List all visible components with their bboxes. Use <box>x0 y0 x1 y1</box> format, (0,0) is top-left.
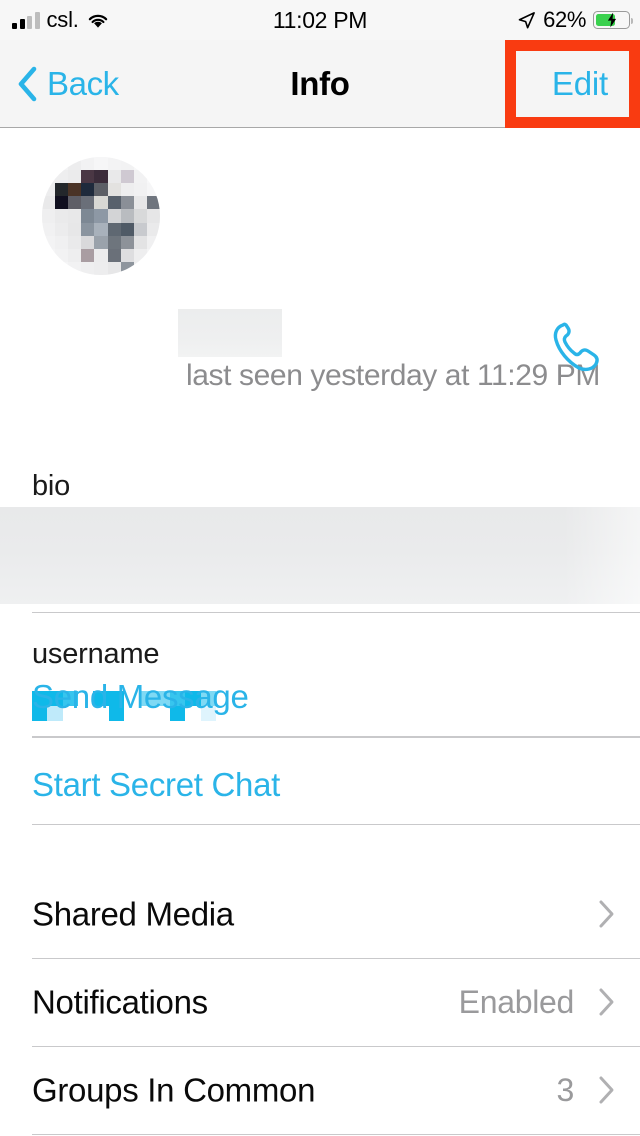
battery-charging-icon <box>593 11 634 29</box>
divider-bio <box>32 612 640 613</box>
bio-value-redacted <box>0 507 640 604</box>
groups-in-common-label: Groups In Common <box>32 1071 316 1109</box>
groups-in-common-row[interactable]: Groups In Common 3 <box>0 1046 640 1134</box>
page-title: Info <box>290 64 350 102</box>
contact-name-redacted <box>178 309 282 357</box>
status-bar-right: 62% <box>517 0 634 40</box>
status-bar: csl. 11:02 PM 62% <box>0 0 640 40</box>
notifications-value: Enabled <box>458 984 575 1020</box>
divider-groups <box>32 1134 640 1135</box>
location-arrow-icon <box>517 11 536 30</box>
battery-percent-label: 62% <box>543 6 586 32</box>
send-message-button[interactable]: Send Message <box>32 680 249 713</box>
navigation-bar: Back Info Edit <box>0 40 640 128</box>
notifications-label: Notifications <box>32 983 208 1021</box>
bio-label: bio <box>32 470 71 502</box>
username-label: username <box>32 638 160 670</box>
divider-username <box>32 737 640 738</box>
groups-in-common-value: 3 <box>556 1072 575 1108</box>
edit-button[interactable]: Edit <box>552 40 640 127</box>
phone-call-icon[interactable] <box>548 319 608 377</box>
divider-send-message <box>32 736 640 737</box>
divider-secret-chat <box>32 824 640 825</box>
chevron-right-icon <box>598 987 616 1017</box>
avatar-pixelated-mosaic <box>42 157 160 275</box>
notifications-row[interactable]: Notifications Enabled <box>0 958 640 1046</box>
last-seen-label: last seen yesterday at 11:29 PM <box>186 359 600 392</box>
shared-media-label: Shared Media <box>32 895 234 933</box>
start-secret-chat-button[interactable]: Start Secret Chat <box>32 768 280 801</box>
info-content: last seen yesterday at 11:29 PM bio user… <box>0 129 640 1136</box>
avatar[interactable] <box>42 157 160 275</box>
chevron-right-icon <box>598 1075 616 1105</box>
profile-header: last seen yesterday at 11:29 PM <box>0 129 640 391</box>
chevron-right-icon <box>598 899 616 929</box>
shared-media-row[interactable]: Shared Media <box>0 870 640 958</box>
edit-button-label: Edit <box>551 65 608 102</box>
